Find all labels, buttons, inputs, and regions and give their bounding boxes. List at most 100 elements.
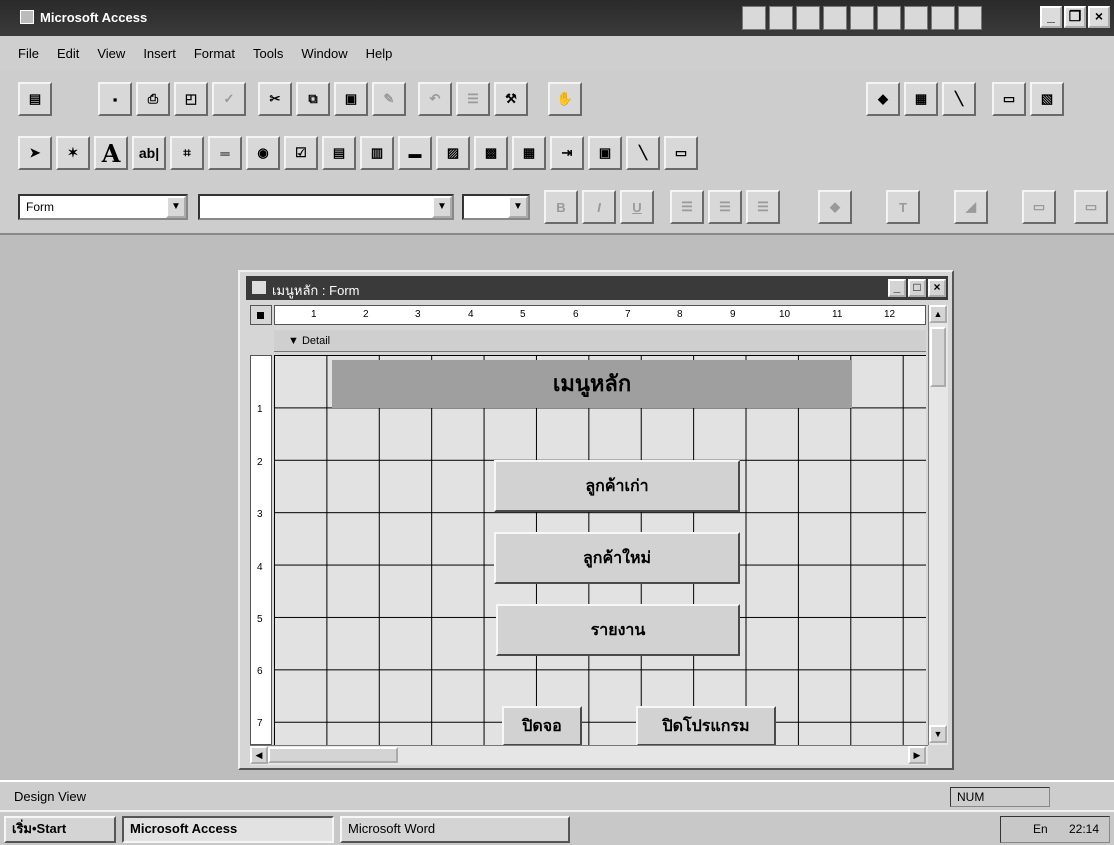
- database-window-icon[interactable]: ▭: [992, 82, 1026, 116]
- save-icon[interactable]: ▪: [98, 82, 132, 116]
- fill-color-icon[interactable]: ◆: [818, 190, 852, 224]
- line-icon[interactable]: ╲: [626, 136, 660, 170]
- horizontal-ruler[interactable]: 1 2 3 4 5 6 7 8 9 10 11 12: [274, 305, 926, 325]
- menu-tools[interactable]: Tools: [253, 46, 283, 61]
- toggle-button-icon[interactable]: ═: [208, 136, 242, 170]
- close-button[interactable]: ×: [1088, 6, 1110, 28]
- vertical-ruler[interactable]: 1 2 3 4 5 6 7: [250, 355, 272, 745]
- check-box-icon[interactable]: ☑: [284, 136, 318, 170]
- form-selector[interactable]: [250, 305, 272, 325]
- horizontal-scrollbar[interactable]: ◀ ▶: [250, 745, 928, 765]
- toolbar-icon: [742, 6, 766, 30]
- toolbar-icon: [796, 6, 820, 30]
- font-select[interactable]: [198, 194, 454, 220]
- menu-insert[interactable]: Insert: [143, 46, 176, 61]
- select-objects-icon[interactable]: ➤: [18, 136, 52, 170]
- option-group-icon[interactable]: ⌗: [170, 136, 204, 170]
- taskbar-access[interactable]: Microsoft Access: [122, 816, 334, 843]
- old-customer-button[interactable]: ลูกค้าเก่า: [494, 460, 740, 512]
- paste-icon[interactable]: ▣: [334, 82, 368, 116]
- form-minimize-button[interactable]: _: [888, 279, 906, 297]
- system-tray: En 22:14: [1000, 816, 1110, 843]
- ruler-mark: 6: [257, 666, 263, 677]
- bound-object-icon[interactable]: ▦: [512, 136, 546, 170]
- font-color-icon[interactable]: T: [886, 190, 920, 224]
- new-object-icon[interactable]: ▧: [1030, 82, 1064, 116]
- minimize-button[interactable]: _: [1040, 6, 1062, 28]
- num-lock-indicator: NUM: [950, 787, 1050, 807]
- menu-view[interactable]: View: [97, 46, 125, 61]
- unbound-object-icon[interactable]: ▩: [474, 136, 508, 170]
- align-center-icon[interactable]: ☰: [708, 190, 742, 224]
- align-right-icon[interactable]: ☰: [746, 190, 780, 224]
- menu-window[interactable]: Window: [301, 46, 347, 61]
- line-width-icon[interactable]: ▭: [1022, 190, 1056, 224]
- scroll-up-icon[interactable]: ▲: [929, 305, 947, 323]
- toolbar-icon: [877, 6, 901, 30]
- form-maximize-button[interactable]: □: [908, 279, 926, 297]
- build-icon[interactable]: ╲: [942, 82, 976, 116]
- italic-icon[interactable]: I: [582, 190, 616, 224]
- close-screen-button[interactable]: ปิดจอ: [502, 706, 582, 746]
- code-icon[interactable]: ◆: [866, 82, 900, 116]
- copy-icon[interactable]: ⧉: [296, 82, 330, 116]
- ruler-mark: 8: [677, 309, 683, 320]
- print-icon[interactable]: ⎙: [136, 82, 170, 116]
- main-menu-label[interactable]: เมนูหลัก: [332, 360, 852, 408]
- spelling-icon[interactable]: ✓: [212, 82, 246, 116]
- restore-button[interactable]: ❐: [1064, 6, 1086, 28]
- align-left-icon[interactable]: ☰: [670, 190, 704, 224]
- subform-icon[interactable]: ▣: [588, 136, 622, 170]
- control-wizards-icon[interactable]: ✶: [56, 136, 90, 170]
- report-button[interactable]: รายงาน: [496, 604, 740, 656]
- size-dropdown-icon[interactable]: ▼: [508, 196, 528, 218]
- menu-format[interactable]: Format: [194, 46, 235, 61]
- detail-section-header[interactable]: ▼ Detail: [274, 330, 926, 352]
- textbox-tool[interactable]: ab|: [132, 136, 166, 170]
- start-button[interactable]: เริ่ม•Start: [4, 816, 116, 843]
- underline-icon[interactable]: U: [620, 190, 654, 224]
- undo-icon[interactable]: ↶: [418, 82, 452, 116]
- form-icon[interactable]: [252, 281, 266, 294]
- combo-box-icon[interactable]: ▤: [322, 136, 356, 170]
- autoformat-icon[interactable]: ✋: [548, 82, 582, 116]
- view-icon[interactable]: ▤: [18, 82, 52, 116]
- vertical-scrollbar[interactable]: ▲ ▼: [928, 305, 948, 745]
- new-customer-button[interactable]: ลูกค้าใหม่: [494, 532, 740, 584]
- format-painter-icon[interactable]: ✎: [372, 82, 406, 116]
- scroll-left-icon[interactable]: ◀: [250, 746, 268, 764]
- bold-icon[interactable]: B: [544, 190, 578, 224]
- image-icon[interactable]: ▨: [436, 136, 470, 170]
- menu-file[interactable]: File: [18, 46, 39, 61]
- horizontal-scroll-thumb[interactable]: [268, 747, 398, 763]
- toolbox-icon[interactable]: ⚒: [494, 82, 528, 116]
- vertical-scroll-thumb[interactable]: [930, 327, 946, 387]
- line-color-icon[interactable]: ◢: [954, 190, 988, 224]
- menu-help[interactable]: Help: [366, 46, 393, 61]
- rectangle-icon[interactable]: ▭: [664, 136, 698, 170]
- option-button-icon[interactable]: ◉: [246, 136, 280, 170]
- font-dropdown-icon[interactable]: ▼: [432, 196, 452, 218]
- cut-icon[interactable]: ✂: [258, 82, 292, 116]
- properties-icon[interactable]: ▦: [904, 82, 938, 116]
- special-effect-icon[interactable]: ▭: [1074, 190, 1108, 224]
- object-select[interactable]: Form: [18, 194, 188, 220]
- menu-edit[interactable]: Edit: [57, 46, 79, 61]
- form-close-button[interactable]: ×: [928, 279, 946, 297]
- toolbar-icon: [823, 6, 847, 30]
- close-program-button[interactable]: ปิดโปรแกรม: [636, 706, 776, 746]
- scroll-down-icon[interactable]: ▼: [929, 725, 947, 743]
- app-title: Microsoft Access: [40, 10, 148, 25]
- label-tool[interactable]: A: [94, 136, 128, 170]
- taskbar-word[interactable]: Microsoft Word: [340, 816, 570, 843]
- access-app-icon[interactable]: [20, 10, 34, 24]
- ruler-mark: 7: [625, 309, 631, 320]
- print-preview-icon[interactable]: ◰: [174, 82, 208, 116]
- page-break-icon[interactable]: ⇥: [550, 136, 584, 170]
- object-dropdown-icon[interactable]: ▼: [166, 196, 186, 218]
- scroll-right-icon[interactable]: ▶: [908, 746, 926, 764]
- language-indicator[interactable]: En: [1033, 822, 1048, 836]
- command-button-icon[interactable]: ▬: [398, 136, 432, 170]
- list-box-icon[interactable]: ▥: [360, 136, 394, 170]
- field-list-icon[interactable]: ☰: [456, 82, 490, 116]
